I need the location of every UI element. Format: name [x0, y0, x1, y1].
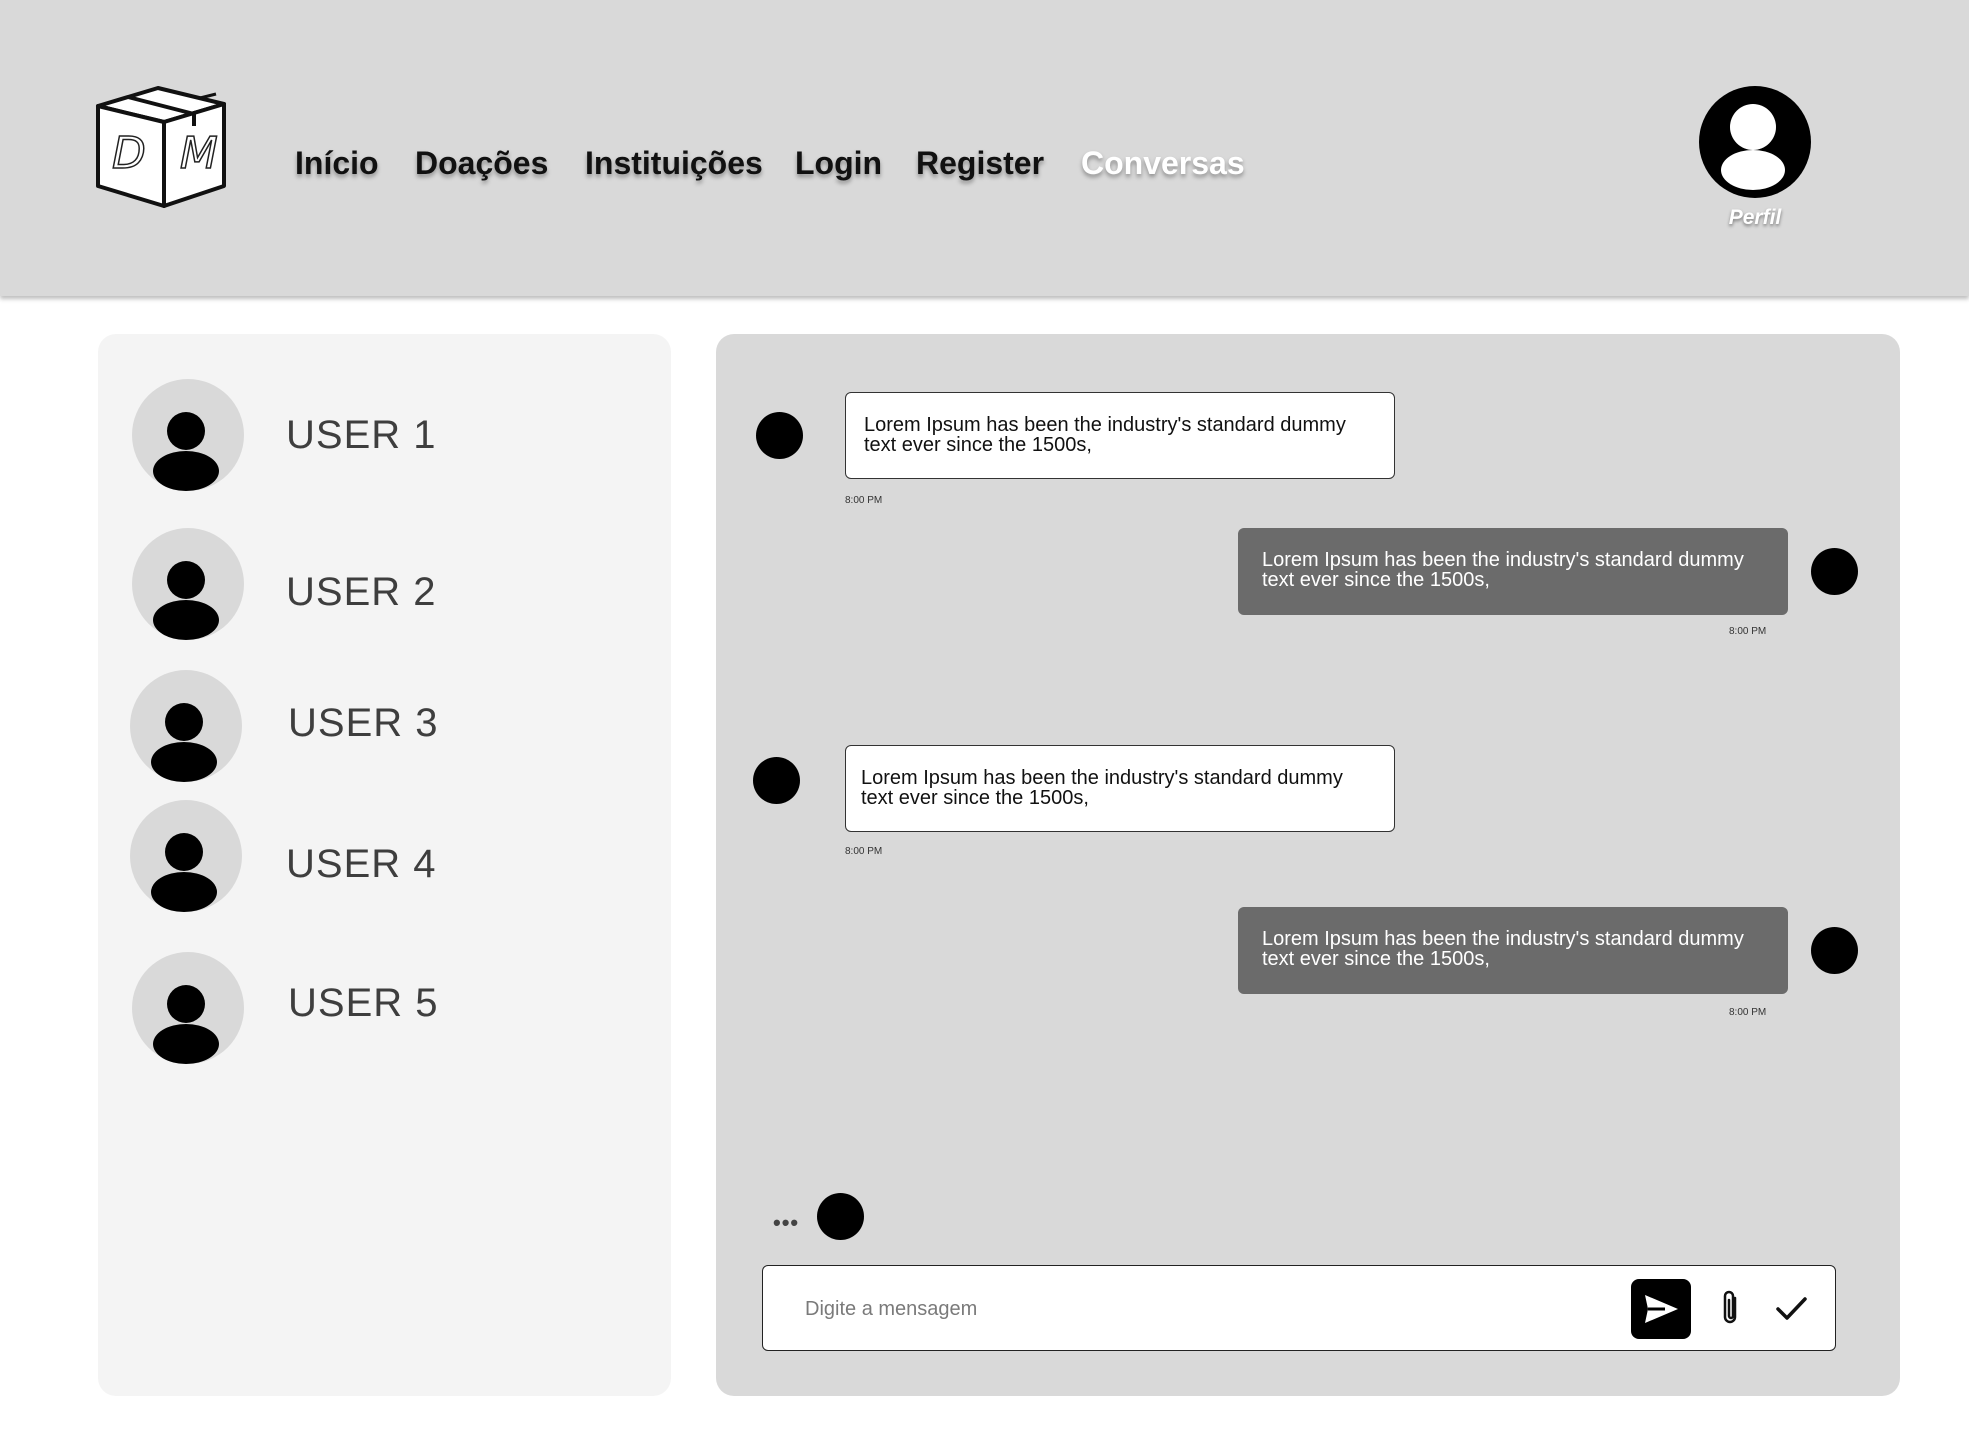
logo-letters: D M	[112, 128, 228, 179]
user-name: USER 5	[288, 981, 439, 1025]
conversation-item-user-5[interactable]: USER 5	[98, 952, 671, 1064]
checkmark-icon	[1776, 1297, 1807, 1320]
message-bubble-sent: Lorem Ipsum has been the industry's stan…	[1238, 528, 1788, 615]
profile-label[interactable]: Perfil	[1698, 206, 1812, 230]
message-timestamp: 8:00 PM	[845, 846, 883, 857]
box-logo-icon[interactable]: D M	[94, 86, 228, 208]
profile-avatar-icon[interactable]	[1698, 85, 1812, 199]
user-avatar-icon	[130, 800, 242, 912]
nav-link-inicio[interactable]: Início	[295, 143, 379, 183]
chat-panel	[716, 334, 1900, 1396]
sender-avatar	[753, 757, 800, 804]
typing-indicator: •••	[773, 1210, 800, 1235]
sender-avatar	[1811, 548, 1858, 595]
nav-link-register[interactable]: Register	[916, 143, 1044, 183]
user-avatar-icon	[132, 379, 244, 491]
typing-user-avatar	[817, 1193, 864, 1240]
send-icon	[1645, 1295, 1678, 1323]
message-input[interactable]	[803, 1286, 1607, 1332]
user-name: USER 2	[286, 570, 437, 614]
user-name: USER 3	[288, 701, 439, 745]
conversation-list: USER 1 USER 2 USER 3 USER 4 USER 5	[98, 334, 671, 1396]
message-bubble-sent: Lorem Ipsum has been the industry's stan…	[1238, 907, 1788, 994]
confirm-button[interactable]	[1769, 1286, 1813, 1330]
user-name: USER 1	[286, 413, 437, 457]
conversation-item-user-3[interactable]: USER 3	[98, 670, 671, 782]
attach-button[interactable]	[1709, 1286, 1753, 1330]
nav-link-conversas[interactable]: Conversas	[1081, 143, 1245, 183]
message-bubble-received: Lorem Ipsum has been the industry's stan…	[845, 745, 1395, 832]
paperclip-icon	[1723, 1290, 1737, 1324]
conversation-item-user-2[interactable]: USER 2	[98, 528, 671, 640]
send-button[interactable]	[1631, 1279, 1691, 1339]
message-bubble-received: Lorem Ipsum has been the industry's stan…	[845, 392, 1395, 479]
nav-link-doacoes[interactable]: Doações	[415, 143, 548, 183]
message-composer	[762, 1265, 1836, 1351]
nav-link-login[interactable]: Login	[795, 143, 882, 183]
message-timestamp: 8:00 PM	[845, 495, 883, 506]
conversation-item-user-4[interactable]: USER 4	[98, 800, 671, 912]
sender-avatar	[756, 412, 803, 459]
nav-link-instituicoes[interactable]: Instituições	[585, 143, 763, 183]
message-timestamp: 8:00 PM	[1729, 1007, 1767, 1018]
top-navigation-bar: D M Início Doações Instituições Login Re…	[0, 0, 1969, 296]
user-name: USER 4	[286, 842, 437, 886]
sender-avatar	[1811, 927, 1858, 974]
conversation-item-user-1[interactable]: USER 1	[98, 379, 671, 491]
user-avatar-icon	[130, 670, 242, 782]
message-timestamp: 8:00 PM	[1729, 626, 1767, 637]
user-avatar-icon	[132, 528, 244, 640]
user-avatar-icon	[132, 952, 244, 1064]
